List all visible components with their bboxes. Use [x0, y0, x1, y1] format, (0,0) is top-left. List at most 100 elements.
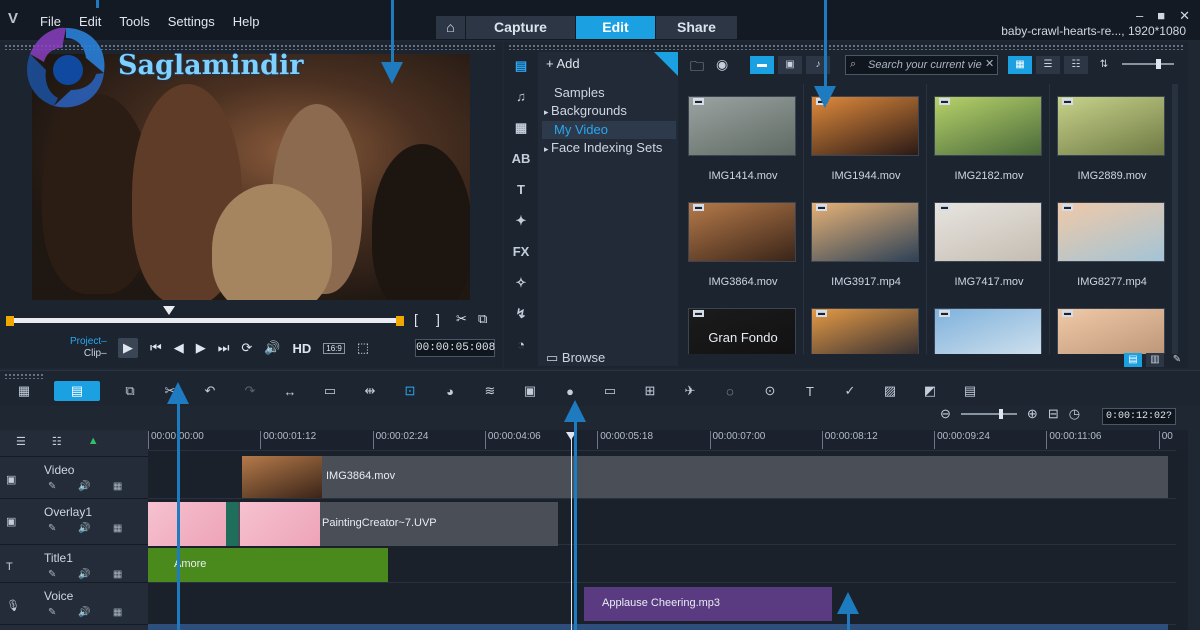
transition-icon[interactable]: ✦: [511, 213, 531, 230]
stop-motion-icon[interactable]: ✓: [840, 383, 860, 399]
split-clip-icon[interactable]: ✂: [456, 311, 467, 327]
tracking-icon[interactable]: ◌: [720, 384, 740, 399]
3d-title-icon[interactable]: T: [800, 384, 820, 399]
project-clip-toggle[interactable]: Project– Clip–: [70, 336, 107, 360]
mute-icon[interactable]: 🔊: [78, 523, 90, 534]
previous-frame-icon[interactable]: ◀: [174, 340, 184, 356]
library-scrollbar[interactable]: [1172, 84, 1178, 354]
library-split-icon[interactable]: ▥: [1146, 353, 1164, 367]
tab-share[interactable]: Share: [656, 16, 738, 39]
video-clip[interactable]: IMG3864.mov: [242, 456, 1168, 498]
tree-item-my-video[interactable]: My Video: [542, 121, 676, 139]
hd-preview-button[interactable]: HD: [293, 341, 312, 356]
track-header-video[interactable]: ▣ Video ✎ 🔊 ▦: [0, 456, 148, 498]
details-view-icon[interactable]: ☷: [1064, 56, 1088, 74]
list-view-icon[interactable]: ☰: [1036, 56, 1060, 74]
tree-item-samples[interactable]: Samples: [542, 84, 676, 102]
capture-icon[interactable]: ◉: [716, 56, 728, 80]
repeat-icon[interactable]: ⟳: [241, 340, 252, 356]
next-frame-icon[interactable]: ▶: [196, 340, 206, 356]
library-layout-icon[interactable]: ▤: [1124, 353, 1142, 367]
track-header-voice[interactable]: 🎙 Voice ✎ 🔊 ▦: [0, 582, 148, 624]
show-photos-icon[interactable]: ▣: [778, 56, 802, 74]
zoom-in-icon[interactable]: ⊕: [1027, 406, 1038, 422]
color-icon[interactable]: ◕: [440, 384, 460, 399]
audio-icon[interactable]: ♫: [511, 89, 531, 106]
media-thumbnail[interactable]: ▬ Gran Fondo: [682, 296, 804, 354]
scrubber-knob[interactable]: [162, 306, 175, 315]
panel-grip[interactable]: [4, 373, 44, 379]
instant-project-icon[interactable]: ▦: [511, 120, 531, 137]
zoom-out-icon[interactable]: ⊖: [940, 406, 951, 422]
overlay-clip-part[interactable]: [148, 502, 226, 546]
audio-mixer-icon[interactable]: ≋: [480, 383, 500, 399]
scrubber-track[interactable]: [8, 318, 400, 323]
crop-icon[interactable]: ⬚: [357, 340, 369, 356]
painting-icon[interactable]: ▨: [880, 383, 900, 399]
home-icon[interactable]: ⌂: [436, 16, 466, 39]
enlarge-icon[interactable]: ⧉: [478, 311, 487, 327]
timeline-zoom-knob[interactable]: [998, 409, 1003, 419]
multicam-icon[interactable]: ▣: [520, 383, 540, 399]
mark-out-button[interactable]: ]: [436, 311, 440, 327]
browse-button[interactable]: ▭ Browse: [546, 350, 605, 366]
voice-clip[interactable]: Applause Cheering.mp3: [584, 587, 832, 621]
home-start-icon[interactable]: ⏮: [150, 340, 162, 356]
text-icon[interactable]: T: [511, 182, 531, 199]
fit-project-icon[interactable]: ↔: [280, 384, 300, 399]
tab-capture[interactable]: Capture: [466, 16, 576, 39]
menu-tools[interactable]: Tools: [119, 14, 149, 29]
panel-grip[interactable]: [508, 44, 1184, 50]
speed-icon[interactable]: ◔: [511, 337, 531, 354]
split-screen-icon[interactable]: ⊞: [640, 383, 660, 399]
link-icon[interactable]: ✎: [48, 523, 56, 534]
media-thumbnail[interactable]: ▬ IMG2889.mov: [1051, 84, 1170, 190]
chapter-icon[interactable]: ☷: [52, 435, 62, 448]
media-thumbnail[interactable]: ▬: [805, 296, 927, 354]
overlay-transition[interactable]: [226, 502, 238, 546]
mask-icon[interactable]: ●: [560, 384, 580, 399]
maximize-icon[interactable]: ■: [1157, 8, 1165, 24]
media-thumbnail[interactable]: ▬ IMG7417.mov: [928, 190, 1050, 296]
storyboard-view-icon[interactable]: ▦: [14, 383, 34, 399]
snap-icon[interactable]: ⊡: [400, 383, 420, 399]
timeline-view-icon[interactable]: ▤: [54, 381, 100, 401]
timecode-display[interactable]: 00:00:05:008: [415, 339, 495, 357]
mute-icon[interactable]: 🔊: [78, 569, 90, 580]
thumbnail-view-icon[interactable]: ▦: [1008, 56, 1032, 74]
ripple-icon[interactable]: ⇹: [360, 383, 380, 399]
expand-arrow-icon[interactable]: ▸: [544, 144, 551, 154]
library-options-icon[interactable]: ✎: [1168, 353, 1186, 367]
motion-icon[interactable]: ✈: [680, 383, 700, 399]
tree-item-backgrounds[interactable]: ▸ Backgrounds: [542, 102, 676, 121]
link-icon[interactable]: ✎: [48, 607, 56, 618]
path-icon[interactable]: ↯: [511, 306, 531, 323]
media-thumbnail[interactable]: ▬: [1051, 296, 1170, 354]
copy-icon[interactable]: ⧉: [120, 383, 140, 399]
close-icon[interactable]: ✕: [1179, 8, 1190, 24]
clip-mode-label[interactable]: Clip–: [70, 348, 107, 360]
media-thumbnail[interactable]: ▬: [928, 296, 1050, 354]
add-folder-button[interactable]: + Add: [546, 56, 580, 71]
media-thumbnail[interactable]: ▬ IMG2182.mov: [928, 84, 1050, 190]
thumbnail-size-knob[interactable]: [1156, 59, 1161, 69]
media-icon[interactable]: ▤: [511, 58, 531, 75]
track-manager-icon[interactable]: ☰: [16, 435, 26, 448]
fit-timeline-icon[interactable]: ⊟: [1048, 406, 1059, 422]
expand-arrow-icon[interactable]: ▸: [544, 107, 551, 117]
timeline-zoom-slider[interactable]: [960, 409, 1017, 419]
aspect-ratio-button[interactable]: 16:9: [323, 342, 345, 354]
pan-zoom-icon[interactable]: ⊙: [760, 383, 780, 399]
mute-icon[interactable]: 🔊: [78, 481, 90, 492]
import-folder-icon[interactable]: 🗀: [690, 56, 704, 80]
subtitle-icon[interactable]: ▭: [600, 383, 620, 399]
trim-out-handle[interactable]: [396, 316, 404, 326]
volume-icon[interactable]: 🔊: [264, 340, 280, 356]
timeline-scrollbar[interactable]: [1176, 450, 1188, 630]
mark-in-button[interactable]: [: [414, 311, 418, 327]
tab-edit[interactable]: Edit: [576, 16, 656, 39]
track-header-music1[interactable]: ♪Music1: [0, 624, 148, 630]
project-mode-label[interactable]: Project–: [70, 336, 107, 348]
thumbnail-size-slider[interactable]: [1122, 63, 1174, 65]
menu-help[interactable]: Help: [233, 14, 260, 29]
